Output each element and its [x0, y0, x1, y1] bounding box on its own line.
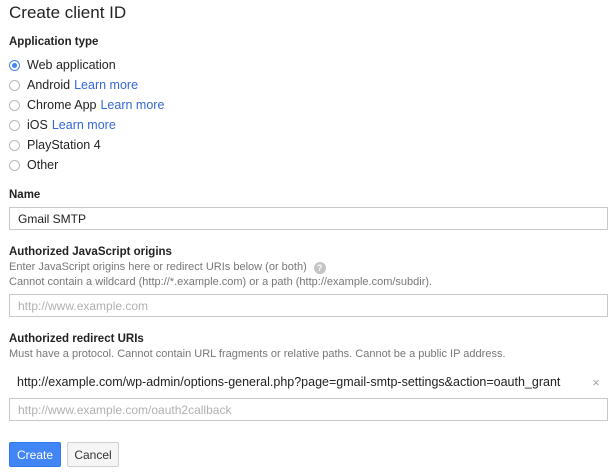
help-icon[interactable]: ?: [313, 262, 326, 274]
radio-label: iOS: [27, 118, 48, 132]
radio-android[interactable]: Android Learn more: [9, 76, 138, 94]
radio-button-checked[interactable]: [9, 59, 20, 71]
page-title: Create client ID: [9, 3, 127, 22]
js-origins-help-line2: Cannot contain a wildcard (http://*.exam…: [9, 276, 433, 288]
radio-button[interactable]: [9, 139, 20, 151]
cancel-button[interactable]: Cancel: [67, 442, 119, 467]
radio-label: Android: [27, 78, 71, 92]
learn-more-link-android[interactable]: Learn more: [74, 78, 138, 92]
redirect-uri-row: http://example.com/wp-admin/options-gene…: [9, 372, 608, 392]
radio-button[interactable]: [9, 79, 20, 91]
radio-other[interactable]: Other: [9, 156, 58, 174]
create-button[interactable]: Create: [9, 442, 61, 467]
redirect-uris-label: Authorized redirect URIs: [9, 333, 144, 345]
radio-label: Chrome App: [27, 98, 97, 112]
radio-ios[interactable]: iOS Learn more: [9, 116, 116, 134]
js-origins-label: Authorized JavaScript origins: [9, 246, 172, 258]
name-label: Name: [9, 189, 41, 201]
learn-more-link-chrome-app[interactable]: Learn more: [100, 98, 164, 112]
learn-more-link-ios[interactable]: Learn more: [52, 118, 116, 132]
radio-label: Web application: [27, 58, 116, 72]
radio-web-application[interactable]: Web application: [9, 56, 116, 74]
radio-button[interactable]: [9, 119, 20, 131]
redirect-uri-input[interactable]: [9, 398, 608, 421]
redirect-uris-help: Must have a protocol. Cannot contain URL…: [9, 348, 506, 360]
radio-button[interactable]: [9, 99, 20, 111]
redirect-uri-value: http://example.com/wp-admin/options-gene…: [17, 375, 561, 389]
application-type-label: Application type: [9, 36, 99, 48]
radio-playstation-4[interactable]: PlayStation 4: [9, 136, 101, 154]
remove-uri-close-icon[interactable]: ×: [586, 375, 606, 390]
radio-button[interactable]: [9, 159, 20, 171]
radio-label: PlayStation 4: [27, 138, 101, 152]
radio-chrome-app[interactable]: Chrome App Learn more: [9, 96, 164, 114]
js-origins-help-text: Enter JavaScript origins here or redirec…: [9, 261, 307, 273]
js-origins-help-line1: Enter JavaScript origins here or redirec…: [9, 261, 326, 274]
radio-label: Other: [27, 158, 59, 172]
name-input[interactable]: [9, 207, 608, 230]
js-origin-input[interactable]: [9, 294, 608, 317]
